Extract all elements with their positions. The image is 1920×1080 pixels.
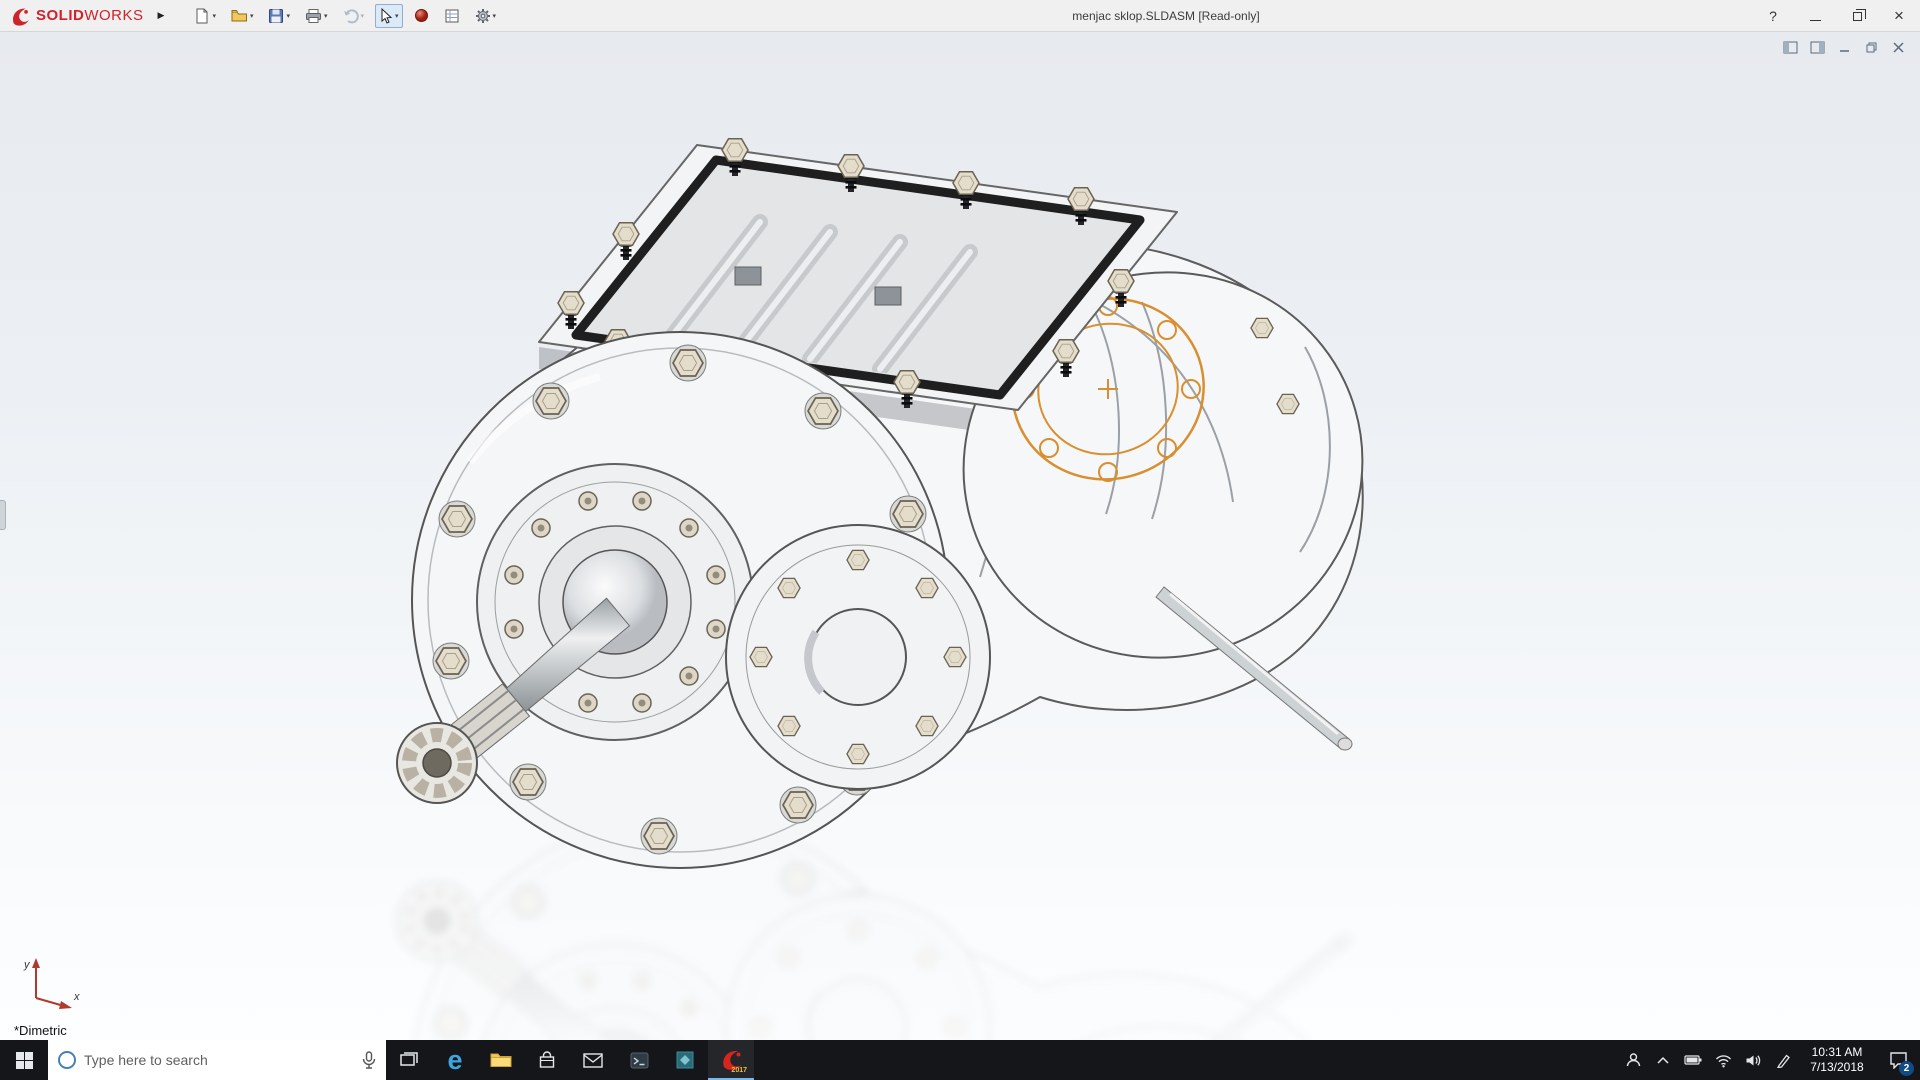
edge-button[interactable]: e	[432, 1040, 478, 1080]
store-bag-icon	[539, 1051, 555, 1068]
doc-minimize-icon[interactable]	[1837, 40, 1852, 55]
menu-flyout-arrow[interactable]: ▶	[158, 10, 165, 21]
task-view-icon	[400, 1052, 418, 1066]
window-controls: ? ×	[1752, 0, 1920, 32]
dropdown-chevron[interactable]: ▾	[250, 12, 254, 20]
axis-y-label: y	[23, 959, 31, 971]
chevron-up-icon	[1657, 1056, 1669, 1064]
doc-close-icon[interactable]	[1891, 40, 1906, 55]
console-window-icon	[630, 1052, 648, 1068]
windows-logo-icon	[15, 1051, 33, 1069]
gearbox-model-canvas[interactable]	[0, 32, 1920, 1040]
minimize-button[interactable]	[1794, 0, 1836, 32]
pane-dock-left-icon[interactable]	[1783, 40, 1798, 55]
system-tray: 10:31 AM 7/13/2018 2	[1618, 1040, 1920, 1080]
close-button[interactable]: ×	[1878, 0, 1920, 32]
solidworks-year-label: 2017	[731, 1067, 747, 1074]
options-gear-icon	[475, 8, 490, 23]
photos-button[interactable]	[662, 1040, 708, 1080]
notification-badge: 2	[1899, 1061, 1914, 1076]
undo-icon	[343, 8, 359, 23]
search-input[interactable]	[84, 1052, 354, 1068]
save-button[interactable]: ▾	[264, 4, 294, 28]
dropdown-chevron[interactable]: ▾	[493, 12, 497, 20]
select-tool-button[interactable]: ▾	[375, 3, 403, 28]
axis-x-label: x	[73, 991, 80, 1003]
battery-button[interactable]	[1678, 1040, 1708, 1080]
restore-icon	[1852, 8, 1866, 21]
dropdown-chevron[interactable]: ▾	[286, 12, 290, 20]
open-button[interactable]: ▾	[227, 4, 258, 28]
volume-icon	[1746, 1054, 1761, 1066]
orientation-triad: y x	[23, 958, 80, 1009]
solidworks-logo: SOLIDWORKS	[0, 5, 144, 27]
taskbar: e 2	[0, 1040, 1920, 1080]
clock-time: 10:31 AM	[1811, 1045, 1863, 1059]
start-button[interactable]	[0, 1040, 48, 1080]
brand-text-solid: SOLID	[36, 6, 85, 24]
new-document-button[interactable]: ▾	[190, 4, 220, 28]
people-button[interactable]	[1618, 1040, 1648, 1080]
mail-button[interactable]	[570, 1040, 616, 1080]
front-bearing-cover[interactable]	[725, 524, 991, 790]
cortana-icon[interactable]	[58, 1051, 76, 1069]
select-arrow-icon	[381, 7, 393, 24]
document-window-controls	[1783, 40, 1906, 55]
pen-icon	[1776, 1054, 1790, 1068]
open-folder-icon	[231, 9, 247, 21]
save-floppy-icon	[269, 8, 284, 23]
dropdown-chevron[interactable]: ▾	[212, 12, 216, 20]
document-title: menjac sklop.SLDASM [Read-only]	[1072, 9, 1260, 23]
options-button[interactable]: ▾	[471, 4, 501, 28]
taskbar-search-box[interactable]	[48, 1040, 386, 1080]
undo-button[interactable]: ▾	[339, 4, 369, 28]
clock-date: 7/13/2018	[1810, 1060, 1864, 1074]
model-reflection	[397, 816, 1408, 1040]
windows-ink-button[interactable]	[1768, 1040, 1798, 1080]
tray-overflow-button[interactable]	[1648, 1040, 1678, 1080]
dropdown-chevron[interactable]: ▾	[361, 12, 365, 20]
mail-envelope-icon	[583, 1052, 603, 1068]
network-button[interactable]	[1708, 1040, 1738, 1080]
graphics-area[interactable]: y x *Dimetric	[0, 32, 1920, 1040]
view-orientation-label: *Dimetric	[14, 1023, 67, 1038]
dropdown-chevron[interactable]: ▾	[395, 12, 399, 20]
taskbar-clock[interactable]: 10:31 AM 7/13/2018	[1798, 1040, 1876, 1080]
volume-button[interactable]	[1738, 1040, 1768, 1080]
doc-restore-icon[interactable]	[1864, 40, 1879, 55]
new-document-icon	[196, 8, 208, 23]
appearance-sphere-icon	[414, 9, 428, 22]
quick-access-toolbar: ▾ ▾ ▾ ▾ ▾ ▾ ▾	[190, 3, 501, 28]
console-button[interactable]	[616, 1040, 662, 1080]
action-center-button[interactable]: 2	[1876, 1040, 1920, 1080]
battery-icon	[1684, 1055, 1702, 1065]
close-icon: ×	[1894, 6, 1904, 25]
print-icon	[305, 8, 321, 23]
titlebar: SOLIDWORKS ▶ ▾ ▾ ▾ ▾ ▾ ▾ ▾ menjac sklop.…	[0, 0, 1920, 32]
gearbox-assembly[interactable]	[396, 139, 1408, 869]
microphone-icon[interactable]	[362, 1051, 376, 1069]
photos-icon	[676, 1051, 694, 1069]
people-icon	[1626, 1053, 1640, 1067]
wifi-icon	[1715, 1054, 1731, 1067]
edge-icon: e	[447, 1044, 463, 1075]
task-view-button[interactable]	[386, 1040, 432, 1080]
file-explorer-icon	[490, 1053, 512, 1067]
dassault-logo-icon	[13, 8, 29, 26]
properties-sheet-icon	[445, 9, 459, 22]
store-button[interactable]	[524, 1040, 570, 1080]
appearance-button[interactable]	[410, 4, 433, 28]
print-button[interactable]: ▾	[301, 4, 332, 28]
properties-button[interactable]	[440, 4, 464, 28]
file-explorer-button[interactable]	[478, 1040, 524, 1080]
dropdown-chevron[interactable]: ▾	[324, 12, 328, 20]
minimize-icon	[1809, 19, 1821, 21]
pane-dock-right-icon[interactable]	[1810, 40, 1825, 55]
restore-button[interactable]	[1836, 0, 1878, 32]
help-button[interactable]: ?	[1752, 0, 1794, 32]
solidworks-app-button[interactable]: 2017	[708, 1040, 754, 1080]
brand-text-works: WORKS	[84, 6, 144, 24]
